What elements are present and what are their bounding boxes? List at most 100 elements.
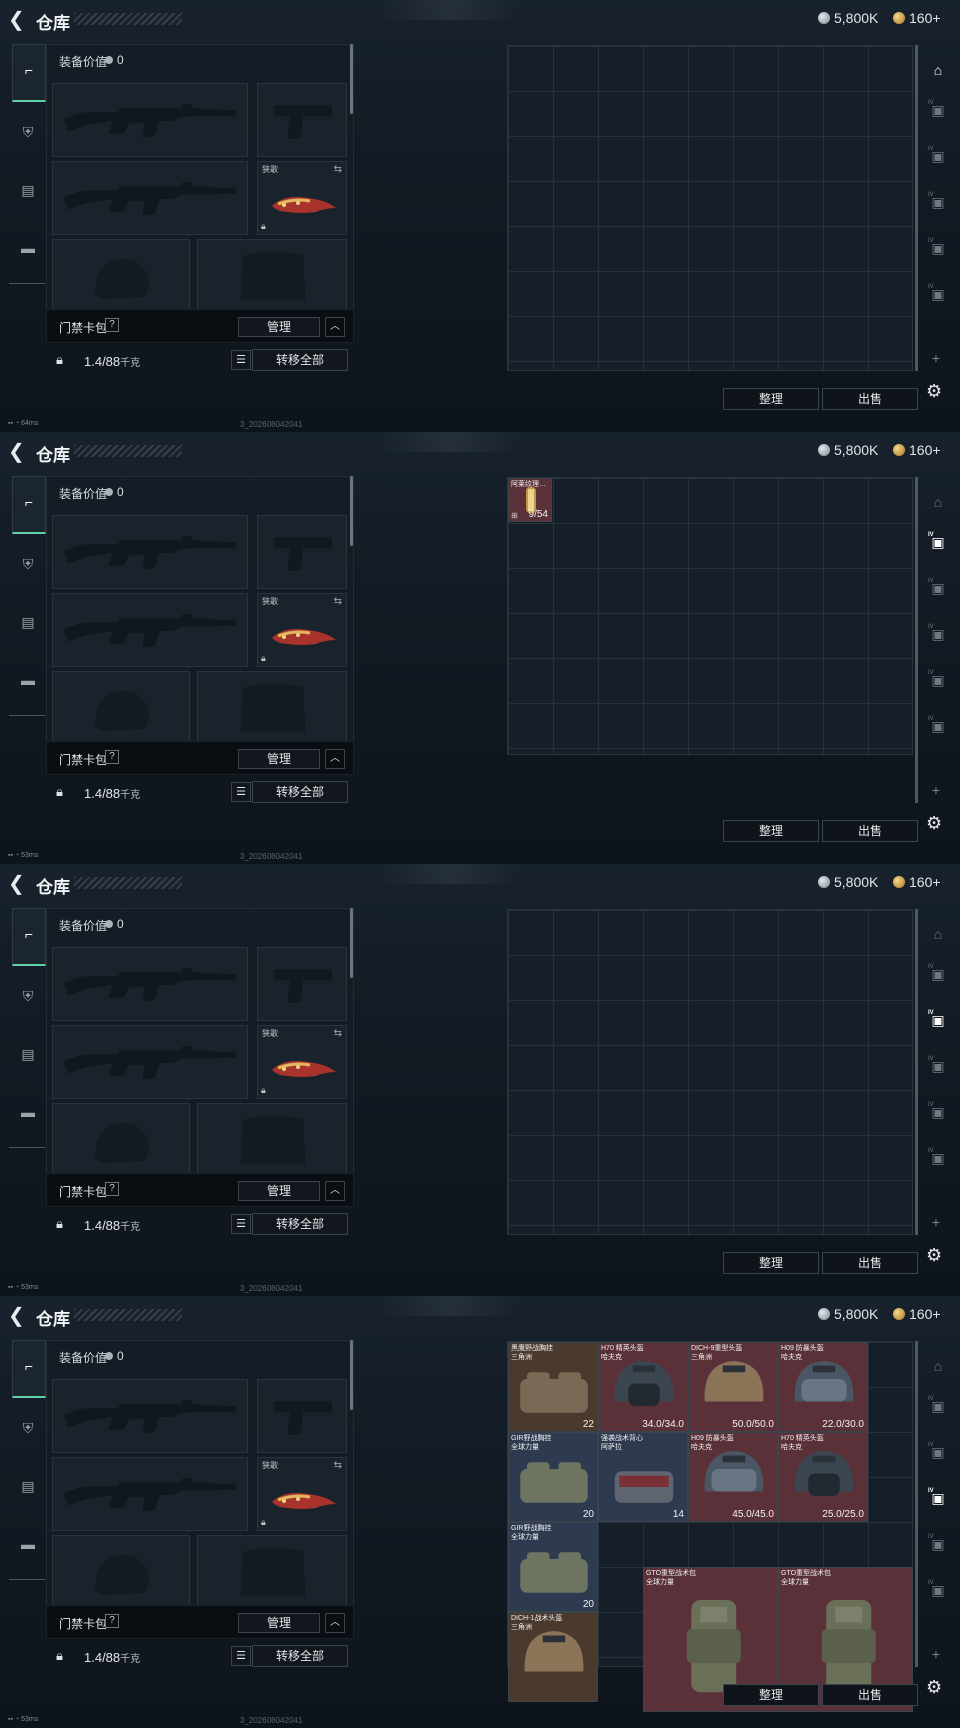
list-icon[interactable]: ☰ <box>231 1214 251 1234</box>
storage-item-card[interactable]: H09 防暴头盔 哈夫克 22.0/30.0 <box>778 1342 868 1432</box>
silver-currency[interactable]: 5,800K <box>818 442 878 458</box>
armor-slot[interactable] <box>197 671 347 745</box>
manage-button[interactable]: 管理 <box>238 317 320 337</box>
help-icon[interactable]: ? <box>105 318 119 332</box>
melee-slot[interactable]: 狭歌 ⇆ 🔒︎ <box>257 593 347 667</box>
equipment-scrollbar[interactable] <box>350 908 353 978</box>
manage-button[interactable]: 管理 <box>238 1181 320 1201</box>
chevron-up-icon[interactable]: ︿ <box>325 1181 345 1201</box>
chevron-up-icon[interactable]: ︿ <box>325 317 345 337</box>
storage-tab-4[interactable]: IV ▣ <box>922 1482 954 1514</box>
storage-tab-5[interactable]: IV ▣ <box>922 232 954 264</box>
sort-button[interactable]: 整理 <box>723 1684 819 1706</box>
storage-grid[interactable] <box>507 909 913 1235</box>
manage-button[interactable]: 管理 <box>238 1613 320 1633</box>
helmet-slot[interactable] <box>52 1535 190 1609</box>
storage-tab-3[interactable]: IV ▣ <box>922 1436 954 1468</box>
primary-weapon-slot[interactable] <box>52 515 248 589</box>
melee-slot[interactable]: 狭歌 ⇆ 🔒︎ <box>257 161 347 235</box>
helmet-slot[interactable] <box>52 239 190 313</box>
storage-tab-2[interactable]: IV ▣ <box>922 1390 954 1422</box>
sort-button[interactable]: 整理 <box>723 1252 819 1274</box>
manage-button[interactable]: 管理 <box>238 749 320 769</box>
nav-weapons[interactable]: ⌐ <box>12 1340 46 1398</box>
armor-slot[interactable] <box>197 1535 347 1609</box>
back-icon[interactable]: ❮ <box>8 874 30 894</box>
sort-button[interactable]: 整理 <box>723 388 819 410</box>
armor-slot[interactable] <box>197 239 347 313</box>
nav-rig[interactable]: ▤ <box>13 1040 43 1068</box>
storage-tab-5[interactable]: IV ▣ <box>922 1528 954 1560</box>
help-icon[interactable]: ? <box>105 1182 119 1196</box>
storage-tab-1[interactable]: ⌂ <box>922 918 954 950</box>
gold-currency[interactable]: 160+ <box>893 10 941 26</box>
storage-item-card[interactable]: 黑鹰野战胸挂 三角洲 22 <box>508 1342 598 1432</box>
nav-case[interactable]: ▬ <box>13 666 43 694</box>
secondary-weapon-slot[interactable] <box>52 1025 248 1099</box>
transfer-all-button[interactable]: 转移全部 <box>252 349 348 371</box>
back-icon[interactable]: ❮ <box>8 10 30 30</box>
storage-tab-2[interactable]: IV ▣ <box>922 94 954 126</box>
nav-armor[interactable]: ⛨ <box>13 550 43 578</box>
gear-icon[interactable]: ⚙ <box>926 1245 942 1266</box>
storage-item-card[interactable]: 阿莱纹理… ⊞ 9/54 <box>508 478 552 522</box>
pistol-slot[interactable] <box>257 947 347 1021</box>
sell-button[interactable]: 出售 <box>822 388 918 410</box>
storage-tab-2[interactable]: IV ▣ <box>922 958 954 990</box>
pistol-slot[interactable] <box>257 83 347 157</box>
storage-tab-3[interactable]: IV ▣ <box>922 572 954 604</box>
nav-armor[interactable]: ⛨ <box>13 118 43 146</box>
add-storage-icon[interactable]: + <box>918 782 954 798</box>
storage-tab-6[interactable]: IV ▣ <box>922 1142 954 1174</box>
sell-button[interactable]: 出售 <box>822 1252 918 1274</box>
transfer-all-button[interactable]: 转移全部 <box>252 1645 348 1667</box>
primary-weapon-slot[interactable] <box>52 83 248 157</box>
silver-currency[interactable]: 5,800K <box>818 10 878 26</box>
storage-tab-1[interactable]: ⌂ <box>922 486 954 518</box>
melee-slot[interactable]: 狭歌 ⇆ 🔒︎ <box>257 1025 347 1099</box>
gold-currency[interactable]: 160+ <box>893 442 941 458</box>
sell-button[interactable]: 出售 <box>822 1684 918 1706</box>
storage-tab-6[interactable]: IV ▣ <box>922 710 954 742</box>
back-icon[interactable]: ❮ <box>8 1306 30 1326</box>
list-icon[interactable]: ☰ <box>231 350 251 370</box>
gear-icon[interactable]: ⚙ <box>926 813 942 834</box>
storage-tab-4[interactable]: IV ▣ <box>922 618 954 650</box>
secondary-weapon-slot[interactable] <box>52 1457 248 1531</box>
add-storage-icon[interactable]: + <box>918 1214 954 1230</box>
storage-item-card[interactable]: GIR野战胸挂 全球力量 20 <box>508 1432 598 1522</box>
melee-slot[interactable]: 狭歌 ⇆ 🔒︎ <box>257 1457 347 1531</box>
equipment-scrollbar[interactable] <box>350 476 353 546</box>
silver-currency[interactable]: 5,800K <box>818 874 878 890</box>
add-storage-icon[interactable]: + <box>918 1646 954 1662</box>
nav-weapons[interactable]: ⌐ <box>12 476 46 534</box>
storage-tab-6[interactable]: IV ▣ <box>922 278 954 310</box>
storage-item-card[interactable]: H70 精英头盔 哈夫克 34.0/34.0 <box>598 1342 688 1432</box>
storage-item-card[interactable]: DICH-9重型头盔 三角洲 50.0/50.0 <box>688 1342 778 1432</box>
secondary-weapon-slot[interactable] <box>52 593 248 667</box>
storage-grid[interactable] <box>507 477 913 755</box>
transfer-all-button[interactable]: 转移全部 <box>252 1213 348 1235</box>
storage-tab-1[interactable]: ⌂ <box>922 1350 954 1382</box>
storage-tab-1[interactable]: ⌂ <box>922 54 954 86</box>
storage-tab-3[interactable]: IV ▣ <box>922 140 954 172</box>
secondary-weapon-slot[interactable] <box>52 161 248 235</box>
primary-weapon-slot[interactable] <box>52 1379 248 1453</box>
silver-currency[interactable]: 5,800K <box>818 1306 878 1322</box>
nav-case[interactable]: ▬ <box>13 1530 43 1558</box>
pistol-slot[interactable] <box>257 1379 347 1453</box>
gear-icon[interactable]: ⚙ <box>926 1677 942 1698</box>
storage-tab-5[interactable]: IV ▣ <box>922 664 954 696</box>
storage-tab-4[interactable]: IV ▣ <box>922 186 954 218</box>
storage-item-card[interactable]: 强袭战术背心 阿萨拉 14 <box>598 1432 688 1522</box>
helmet-slot[interactable] <box>52 1103 190 1177</box>
storage-item-card[interactable]: H09 防暴头盔 哈夫克 45.0/45.0 <box>688 1432 778 1522</box>
storage-tab-4[interactable]: IV ▣ <box>922 1050 954 1082</box>
gear-icon[interactable]: ⚙ <box>926 381 942 402</box>
storage-item-card[interactable]: GIR野战胸挂 全球力量 20 <box>508 1522 598 1612</box>
list-icon[interactable]: ☰ <box>231 1646 251 1666</box>
add-storage-icon[interactable]: + <box>918 350 954 366</box>
armor-slot[interactable] <box>197 1103 347 1177</box>
nav-weapons[interactable]: ⌐ <box>12 908 46 966</box>
sort-button[interactable]: 整理 <box>723 820 819 842</box>
